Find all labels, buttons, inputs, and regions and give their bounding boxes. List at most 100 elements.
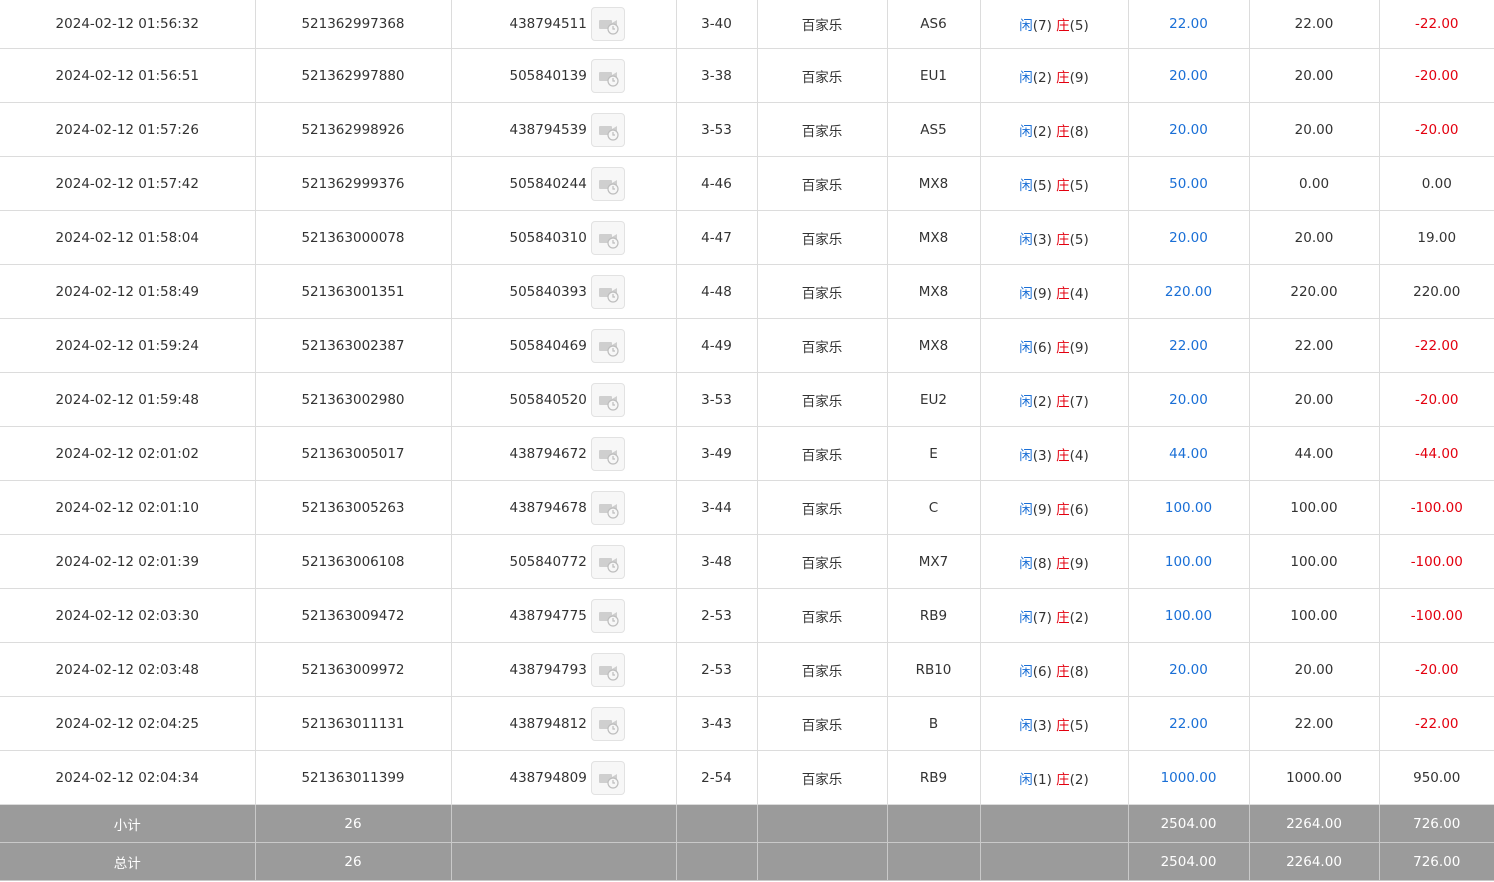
player-label: 闲 bbox=[1019, 123, 1033, 140]
player-label: 闲 bbox=[1019, 339, 1033, 356]
table-name: B bbox=[886, 696, 981, 751]
shoe-number: 3-53 bbox=[675, 102, 758, 157]
bet-time: 2024-02-12 02:01:02 bbox=[0, 426, 256, 481]
total-bet: 2504.00 bbox=[1127, 842, 1250, 881]
round-id-cell: 438794793 bbox=[450, 642, 677, 697]
player-points: (9) bbox=[1032, 501, 1052, 518]
video-replay-button[interactable] bbox=[590, 652, 625, 687]
player-points: (9) bbox=[1032, 285, 1052, 302]
order-number: 521362999376 bbox=[254, 156, 452, 211]
player-label: 闲 bbox=[1019, 231, 1033, 248]
table-body: 2024-02-12 01:56:32 521362997368 438794511… bbox=[0, 0, 1494, 805]
banker-points: (4) bbox=[1069, 447, 1089, 464]
player-label: 闲 bbox=[1019, 663, 1033, 680]
player-points: (1) bbox=[1032, 771, 1052, 788]
video-replay-button[interactable] bbox=[590, 598, 625, 633]
subtotal-label: 小计 bbox=[0, 804, 256, 843]
table-name: MX8 bbox=[886, 156, 981, 211]
table-name: MX8 bbox=[886, 264, 981, 319]
video-replay-icon bbox=[598, 665, 619, 681]
video-replay-button[interactable] bbox=[590, 706, 625, 741]
table-name: RB10 bbox=[886, 642, 981, 697]
video-replay-button[interactable] bbox=[590, 220, 625, 255]
table-row: 2024-02-12 01:57:26 521362998926 438794539… bbox=[0, 102, 1494, 157]
valid-bet: 22.00 bbox=[1248, 318, 1380, 373]
shoe-number: 2-54 bbox=[675, 750, 758, 805]
video-replay-button[interactable] bbox=[590, 760, 625, 795]
video-replay-button[interactable] bbox=[590, 274, 625, 309]
bet-time: 2024-02-12 01:56:51 bbox=[0, 48, 256, 103]
video-replay-button[interactable] bbox=[590, 382, 625, 417]
video-replay-button[interactable] bbox=[590, 544, 625, 579]
player-points: (3) bbox=[1032, 231, 1052, 248]
shoe-number: 4-49 bbox=[675, 318, 758, 373]
table-row: 2024-02-12 01:59:24 521363002387 505840469… bbox=[0, 318, 1494, 373]
round-id: 505840520 bbox=[509, 391, 587, 408]
player-points: (2) bbox=[1032, 393, 1052, 410]
table-name: C bbox=[886, 480, 981, 535]
table-row: 2024-02-12 01:58:49 521363001351 505840393… bbox=[0, 264, 1494, 319]
subtotal-count: 26 bbox=[254, 804, 452, 843]
shoe-number: 3-53 bbox=[675, 372, 758, 427]
valid-bet: 22.00 bbox=[1248, 696, 1380, 751]
video-replay-button[interactable] bbox=[590, 7, 625, 41]
table-name: AS6 bbox=[886, 0, 981, 49]
round-id: 438794511 bbox=[509, 16, 587, 32]
game-type: 百家乐 bbox=[756, 156, 888, 211]
bet-amount: 100.00 bbox=[1127, 480, 1250, 535]
video-replay-button[interactable] bbox=[590, 328, 625, 363]
video-replay-button[interactable] bbox=[590, 490, 625, 525]
game-type: 百家乐 bbox=[756, 480, 888, 535]
shoe-number: 3-48 bbox=[675, 534, 758, 589]
game-type: 百家乐 bbox=[756, 372, 888, 427]
bet-time: 2024-02-12 02:03:48 bbox=[0, 642, 256, 697]
shoe-number: 4-48 bbox=[675, 264, 758, 319]
total-label: 总计 bbox=[0, 842, 256, 881]
order-number: 521363000078 bbox=[254, 210, 452, 265]
game-result: 闲(1) 庄(2) bbox=[979, 750, 1129, 805]
round-id: 505840310 bbox=[509, 229, 587, 246]
shoe-number: 3-38 bbox=[675, 48, 758, 103]
round-id: 438794793 bbox=[509, 661, 587, 678]
game-result: 闲(7) 庄(2) bbox=[979, 588, 1129, 643]
banker-points: (8) bbox=[1069, 123, 1089, 140]
video-replay-button[interactable] bbox=[590, 436, 625, 471]
bet-amount: 20.00 bbox=[1127, 48, 1250, 103]
game-result: 闲(7) 庄(5) bbox=[979, 0, 1129, 49]
round-id-cell: 505840139 bbox=[450, 48, 677, 103]
video-replay-button[interactable] bbox=[590, 112, 625, 147]
bet-time: 2024-02-12 01:57:26 bbox=[0, 102, 256, 157]
game-result: 闲(5) 庄(5) bbox=[979, 156, 1129, 211]
order-number: 521363005017 bbox=[254, 426, 452, 481]
banker-points: (5) bbox=[1069, 717, 1089, 734]
win-loss: 220.00 bbox=[1378, 264, 1494, 319]
banker-points: (7) bbox=[1069, 393, 1089, 410]
video-replay-button[interactable] bbox=[590, 58, 625, 93]
table-row: 2024-02-12 01:58:04 521363000078 505840310… bbox=[0, 210, 1494, 265]
win-loss: 950.00 bbox=[1378, 750, 1494, 805]
win-loss: -20.00 bbox=[1378, 642, 1494, 697]
shoe-number: 3-44 bbox=[675, 480, 758, 535]
table-row: 2024-02-12 02:03:48 521363009972 438794793… bbox=[0, 642, 1494, 697]
subtotal-row: 小计 26 2504.00 2264.00 726.00 bbox=[0, 804, 1494, 843]
game-type: 百家乐 bbox=[756, 642, 888, 697]
video-replay-icon bbox=[598, 125, 619, 141]
round-id-cell: 438794511 bbox=[450, 0, 677, 49]
valid-bet: 0.00 bbox=[1248, 156, 1380, 211]
player-label: 闲 bbox=[1019, 285, 1033, 302]
game-result: 闲(6) 庄(8) bbox=[979, 642, 1129, 697]
game-type: 百家乐 bbox=[756, 426, 888, 481]
game-type: 百家乐 bbox=[756, 696, 888, 751]
bet-time: 2024-02-12 02:03:30 bbox=[0, 588, 256, 643]
banker-points: (2) bbox=[1069, 609, 1089, 626]
banker-label: 庄 bbox=[1056, 123, 1070, 140]
video-replay-button[interactable] bbox=[590, 166, 625, 201]
round-id: 438794678 bbox=[509, 499, 587, 516]
round-id: 438794672 bbox=[509, 445, 587, 462]
player-label: 闲 bbox=[1019, 609, 1033, 626]
bet-amount: 100.00 bbox=[1127, 588, 1250, 643]
banker-points: (4) bbox=[1069, 285, 1089, 302]
bet-amount: 100.00 bbox=[1127, 534, 1250, 589]
win-loss: 0.00 bbox=[1378, 156, 1494, 211]
banker-label: 庄 bbox=[1056, 447, 1070, 464]
